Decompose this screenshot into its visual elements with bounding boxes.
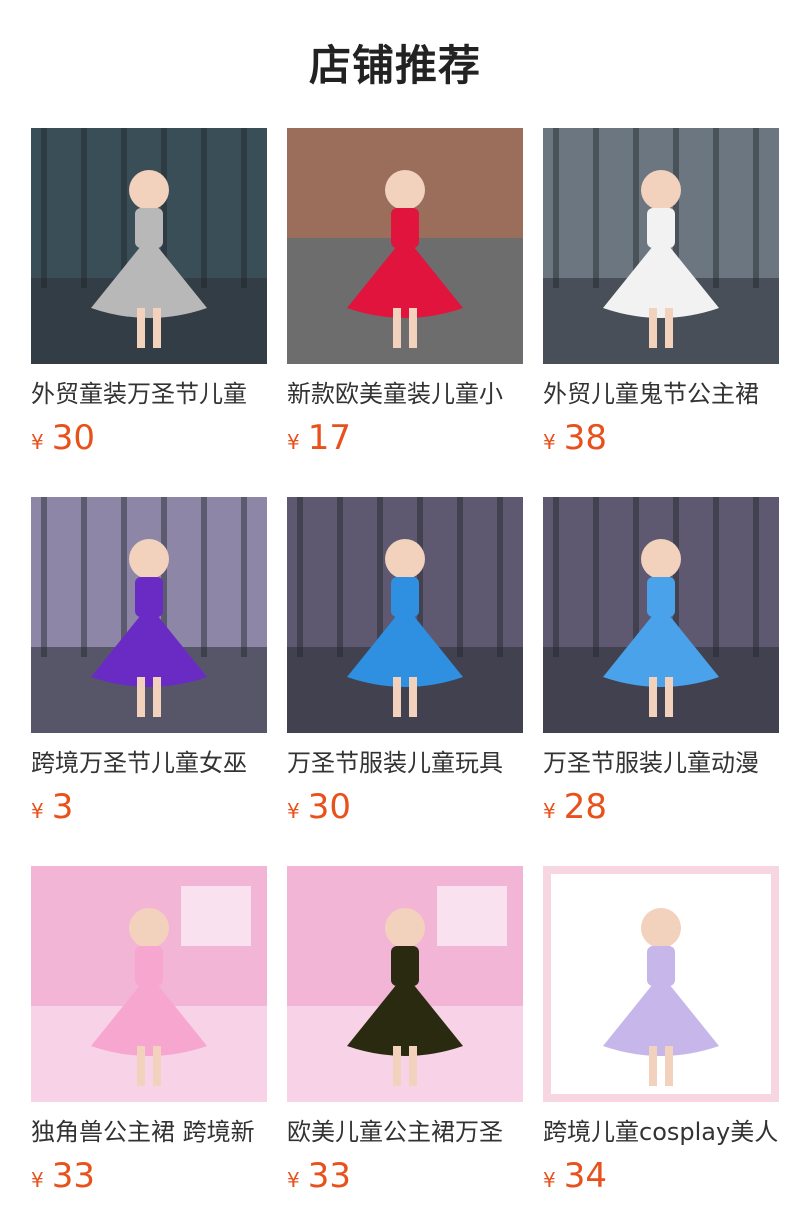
price-value: 33 xyxy=(307,1156,351,1196)
costume-photo xyxy=(287,866,523,1102)
currency-symbol: ¥ xyxy=(543,1168,556,1192)
product-card[interactable]: 跨境儿童cosplay美人 ¥34 xyxy=(543,866,779,1196)
product-name[interactable]: 跨境万圣节儿童女巫 xyxy=(31,747,267,779)
currency-symbol: ¥ xyxy=(287,430,300,454)
product-image[interactable] xyxy=(543,866,779,1102)
price-value: 34 xyxy=(563,1156,607,1196)
section-title: 店铺推荐 xyxy=(308,41,481,90)
costume-photo xyxy=(543,497,779,733)
product-price: ¥3 xyxy=(31,787,73,827)
product-name[interactable]: 新款欧美童装儿童小 xyxy=(287,378,523,410)
product-price: ¥30 xyxy=(287,787,351,827)
currency-symbol: ¥ xyxy=(31,1168,44,1192)
price-value: 30 xyxy=(51,418,95,458)
product-card[interactable]: 万圣节服装儿童玩具 ¥30 xyxy=(287,497,523,827)
currency-symbol: ¥ xyxy=(543,430,556,454)
product-image[interactable] xyxy=(287,497,523,733)
product-name[interactable]: 独角兽公主裙 跨境新 xyxy=(31,1116,267,1148)
product-name[interactable]: 欧美儿童公主裙万圣 xyxy=(287,1116,523,1148)
costume-photo xyxy=(31,497,267,733)
product-image[interactable] xyxy=(31,866,267,1102)
product-grid: 外贸童装万圣节儿童 ¥30 新款欧美童装儿童小 ¥17 外贸儿童鬼节公主裙 ¥3… xyxy=(31,128,779,1196)
costume-photo xyxy=(31,128,267,364)
product-name[interactable]: 外贸童装万圣节儿童 xyxy=(31,378,267,410)
product-price: ¥33 xyxy=(31,1156,95,1196)
price-value: 28 xyxy=(563,787,607,827)
currency-symbol: ¥ xyxy=(287,1168,300,1192)
product-card[interactable]: 新款欧美童装儿童小 ¥17 xyxy=(287,128,523,458)
currency-symbol: ¥ xyxy=(31,799,44,823)
price-value: 3 xyxy=(51,787,74,827)
product-card[interactable]: 万圣节服装儿童动漫 ¥28 xyxy=(543,497,779,827)
product-price: ¥28 xyxy=(543,787,607,827)
product-image[interactable] xyxy=(31,128,267,364)
product-image[interactable] xyxy=(543,497,779,733)
product-price: ¥30 xyxy=(31,418,95,458)
product-price: ¥38 xyxy=(543,418,607,458)
product-price: ¥34 xyxy=(543,1156,607,1196)
product-card[interactable]: 外贸童装万圣节儿童 ¥30 xyxy=(31,128,267,458)
price-value: 17 xyxy=(307,418,351,458)
product-card[interactable]: 跨境万圣节儿童女巫 ¥3 xyxy=(31,497,267,827)
product-image[interactable] xyxy=(287,128,523,364)
price-value: 30 xyxy=(307,787,351,827)
product-name[interactable]: 外贸儿童鬼节公主裙 xyxy=(543,378,779,410)
currency-symbol: ¥ xyxy=(287,799,300,823)
product-image[interactable] xyxy=(543,128,779,364)
costume-photo xyxy=(31,866,267,1102)
product-card[interactable]: 独角兽公主裙 跨境新 ¥33 xyxy=(31,866,267,1196)
product-name[interactable]: 万圣节服装儿童玩具 xyxy=(287,747,523,779)
costume-photo xyxy=(287,497,523,733)
currency-symbol: ¥ xyxy=(31,430,44,454)
recommendation-page: 店铺推荐 外贸童装万圣节儿童 ¥30 新款欧美童装儿童小 ¥17 外贸儿童鬼节公… xyxy=(0,0,790,1232)
product-image[interactable] xyxy=(287,866,523,1102)
product-price: ¥17 xyxy=(287,418,351,458)
price-value: 33 xyxy=(51,1156,95,1196)
costume-photo xyxy=(287,128,523,364)
product-price: ¥33 xyxy=(287,1156,351,1196)
product-name[interactable]: 万圣节服装儿童动漫 xyxy=(543,747,779,779)
costume-photo xyxy=(543,128,779,364)
price-value: 38 xyxy=(563,418,607,458)
product-card[interactable]: 欧美儿童公主裙万圣 ¥33 xyxy=(287,866,523,1196)
product-name[interactable]: 跨境儿童cosplay美人 xyxy=(543,1116,779,1148)
product-card[interactable]: 外贸儿童鬼节公主裙 ¥38 xyxy=(543,128,779,458)
currency-symbol: ¥ xyxy=(543,799,556,823)
costume-photo xyxy=(543,866,779,1102)
product-image[interactable] xyxy=(31,497,267,733)
